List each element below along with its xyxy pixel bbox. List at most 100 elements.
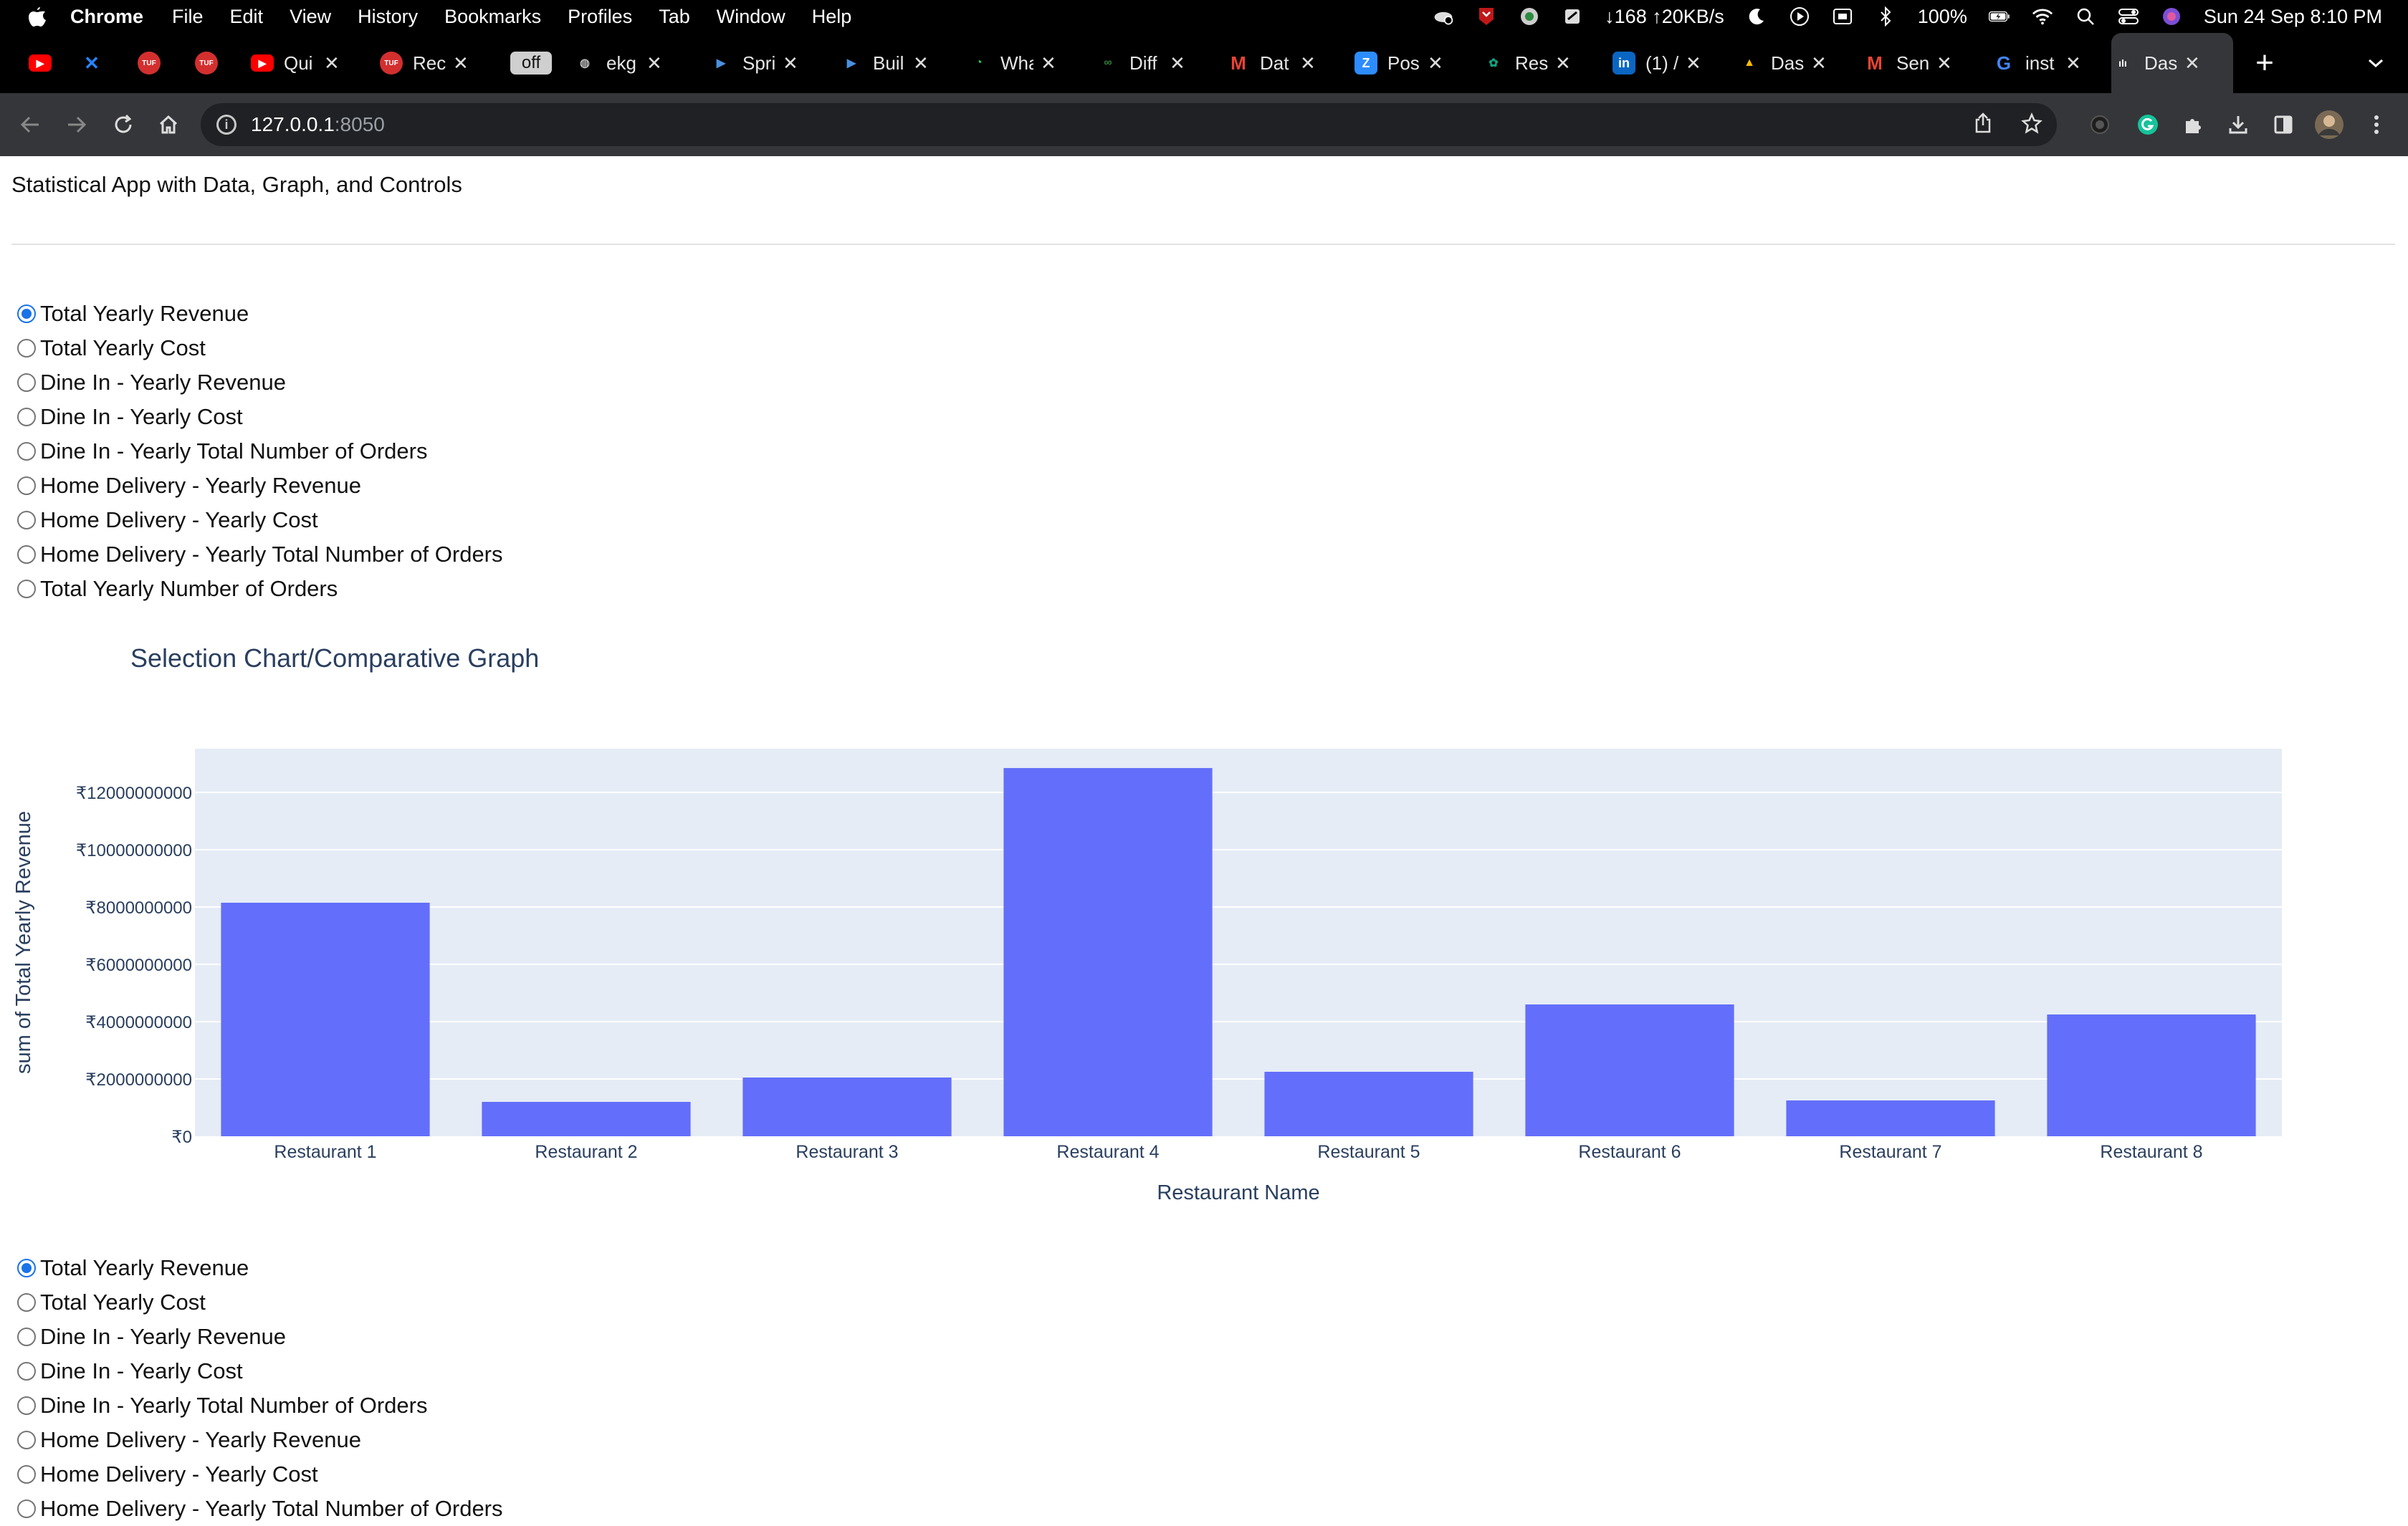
tab-close-icon[interactable]: ✕ xyxy=(1170,52,1185,75)
browser-tab[interactable]: Ginst ✕ xyxy=(1992,33,2081,93)
back-arrow-icon[interactable] xyxy=(14,109,46,140)
radio-button[interactable] xyxy=(17,408,36,426)
tab-close-icon[interactable]: ✕ xyxy=(783,52,798,75)
menu-profiles[interactable]: Profiles xyxy=(568,6,632,28)
download-icon[interactable] xyxy=(2222,109,2254,140)
radio-button[interactable] xyxy=(17,1431,36,1449)
forward-arrow-icon[interactable] xyxy=(61,109,92,140)
tab-close-icon[interactable]: ✕ xyxy=(324,52,340,75)
top-radio-option[interactable]: Home Delivery - Yearly Revenue xyxy=(17,469,503,503)
browser-tab[interactable]: ılı Das ✕ xyxy=(2111,33,2233,93)
top-radio-option[interactable]: Dine In - Yearly Cost xyxy=(17,400,503,434)
menu-window[interactable]: Window xyxy=(717,6,785,28)
tab-close-icon[interactable]: ✕ xyxy=(913,52,929,75)
top-radio-option[interactable]: Home Delivery - Yearly Total Number of O… xyxy=(17,537,503,572)
menu-app-name[interactable]: Chrome xyxy=(70,6,143,28)
wifi-icon[interactable] xyxy=(2032,6,2053,27)
browser-tab[interactable]: ✕ xyxy=(80,33,103,93)
browser-tab[interactable]: ▶ Buil ✕ xyxy=(840,33,929,93)
radio-button[interactable] xyxy=(17,1499,36,1518)
radio-button[interactable] xyxy=(17,476,36,495)
tab-close-icon[interactable]: ✕ xyxy=(646,52,662,75)
bookmark-star-icon[interactable] xyxy=(2021,112,2042,138)
browser-tab[interactable]: ▲ Das ✕ xyxy=(1738,33,1827,93)
browser-tab[interactable]: ▶ Spri ✕ xyxy=(710,33,798,93)
profile-avatar[interactable] xyxy=(2313,109,2345,140)
browser-tab[interactable]: ▶ xyxy=(29,33,52,93)
top-radio-option[interactable]: Dine In - Yearly Revenue xyxy=(17,365,503,400)
tab-search-chevron-icon[interactable] xyxy=(2361,33,2390,93)
browser-tab[interactable]: ◔ Wha ✕ xyxy=(968,33,1056,93)
tab-close-icon[interactable]: ✕ xyxy=(2184,52,2200,75)
address-bar[interactable]: i 127.0.0.1:8050 xyxy=(201,103,2057,146)
browser-tab[interactable]: ∞ Diff ✕ xyxy=(1096,33,1185,93)
siri-icon[interactable] xyxy=(2161,6,2182,27)
menu-help[interactable]: Help xyxy=(812,6,852,28)
radio-button[interactable] xyxy=(17,442,36,461)
top-radio-option[interactable]: Total Yearly Cost xyxy=(17,331,503,365)
vpn-globe-icon[interactable] xyxy=(1519,6,1540,27)
menu-bookmarks[interactable]: Bookmarks xyxy=(444,6,541,28)
chrome-menu-icon[interactable] xyxy=(2361,109,2392,140)
mcafee-icon[interactable] xyxy=(1476,6,1497,27)
bottom-radio-option[interactable]: Total Yearly Revenue xyxy=(17,1251,503,1285)
browser-tab[interactable]: M Dat ✕ xyxy=(1227,33,1316,93)
top-radio-option[interactable]: Dine In - Yearly Total Number of Orders xyxy=(17,434,503,469)
tab-close-icon[interactable]: ✕ xyxy=(1300,52,1316,75)
share-icon[interactable] xyxy=(1974,112,1992,138)
spotlight-search-icon[interactable] xyxy=(2075,6,2096,27)
browser-tab[interactable]: Z Pos ✕ xyxy=(1354,33,1443,93)
browser-tab[interactable]: ▶ Qui ✕ xyxy=(251,33,340,93)
battery-icon[interactable] xyxy=(1988,6,2010,27)
tab-close-icon[interactable]: ✕ xyxy=(1686,52,1701,75)
menu-edit[interactable]: Edit xyxy=(230,6,264,28)
extension-circle-icon[interactable] xyxy=(2084,109,2116,140)
bottom-radio-option[interactable]: Home Delivery - Yearly Total Number of O… xyxy=(17,1492,503,1526)
screen-icon[interactable] xyxy=(1832,6,1853,27)
browser-tab[interactable]: M Sen ✕ xyxy=(1863,33,1952,93)
browser-tab[interactable]: TUF xyxy=(195,33,218,93)
bottom-radio-option[interactable]: Home Delivery - Yearly Cost xyxy=(17,1457,503,1492)
browser-tab[interactable]: TUF Rec ✕ xyxy=(380,33,469,93)
browser-tab[interactable]: TUF xyxy=(138,33,161,93)
home-icon[interactable] xyxy=(153,109,184,140)
address-url[interactable]: 127.0.0.1:8050 xyxy=(251,113,385,136)
tab-close-icon[interactable]: ✕ xyxy=(453,52,469,75)
browser-tab[interactable]: ✿ Res ✕ xyxy=(1482,33,1571,93)
top-radio-option[interactable]: Total Yearly Number of Orders xyxy=(17,572,503,606)
tab-close-icon[interactable]: ✕ xyxy=(1811,52,1827,75)
grammarly-icon[interactable] xyxy=(2132,109,2164,140)
browser-tab[interactable]: off xyxy=(510,33,552,93)
radio-button[interactable] xyxy=(17,545,36,564)
side-panel-icon[interactable] xyxy=(2268,109,2299,140)
browser-tab[interactable]: in (1) / ✕ xyxy=(1612,33,1701,93)
clock-datetime[interactable]: Sun 24 Sep 8:10 PM xyxy=(2204,6,2382,28)
tab-close-icon[interactable]: ✕ xyxy=(2065,52,2081,75)
radio-button[interactable] xyxy=(17,1328,36,1346)
radio-button[interactable] xyxy=(17,304,36,323)
control-center-icon[interactable] xyxy=(2118,6,2139,27)
radio-button[interactable] xyxy=(17,1465,36,1484)
radio-button[interactable] xyxy=(17,1362,36,1381)
radio-button[interactable] xyxy=(17,1259,36,1277)
bottom-radio-option[interactable]: Dine In - Yearly Revenue xyxy=(17,1320,503,1354)
radio-button[interactable] xyxy=(17,1396,36,1415)
browser-tab[interactable]: ◍ ekg ✕ xyxy=(573,33,662,93)
top-radio-option[interactable]: Home Delivery - Yearly Cost xyxy=(17,503,503,537)
tab-close-icon[interactable]: ✕ xyxy=(1041,52,1056,75)
radio-button[interactable] xyxy=(17,1293,36,1312)
extensions-puzzle-icon[interactable] xyxy=(2177,109,2209,140)
cloud-icon[interactable] xyxy=(1433,6,1454,27)
menu-view[interactable]: View xyxy=(290,6,331,28)
moon-icon[interactable] xyxy=(1746,6,1767,27)
bottom-radio-option[interactable]: Total Yearly Cost xyxy=(17,1285,503,1320)
menu-file[interactable]: File xyxy=(172,6,204,28)
bluetooth-icon[interactable] xyxy=(1875,6,1896,27)
reload-icon[interactable] xyxy=(108,109,139,140)
bottom-radio-option[interactable]: Dine In - Yearly Cost xyxy=(17,1354,503,1388)
tab-close-icon[interactable]: ✕ xyxy=(1555,52,1571,75)
play-icon[interactable] xyxy=(1789,6,1810,27)
tab-close-icon[interactable]: ✕ xyxy=(1936,52,1952,75)
bottom-radio-option[interactable]: Dine In - Yearly Total Number of Orders xyxy=(17,1388,503,1423)
menu-history[interactable]: History xyxy=(358,6,418,28)
